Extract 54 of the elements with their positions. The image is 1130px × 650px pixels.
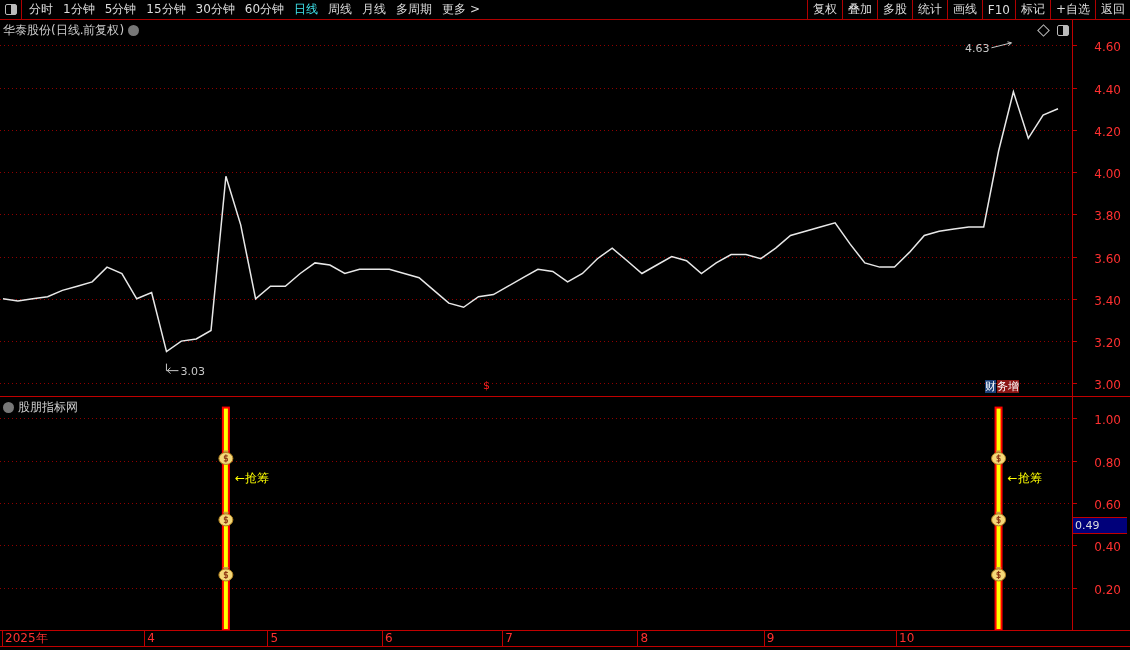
period-tab[interactable]: 月线 — [362, 1, 387, 18]
signal-label: ←抢筹 — [1007, 471, 1042, 486]
money-bag-icon — [218, 566, 234, 582]
axis-label: 4.20 — [1094, 124, 1121, 139]
signal-label: ←抢筹 — [234, 471, 269, 486]
axis-label: 3.00 — [1094, 377, 1121, 392]
dropdown-icon[interactable] — [3, 402, 14, 413]
period-tab[interactable]: 1分钟 — [63, 1, 95, 18]
date-label: 7 — [502, 631, 513, 646]
period-tab[interactable]: 日线 — [294, 1, 319, 18]
axis-label: 3.20 — [1094, 335, 1121, 350]
chart-title: 华泰股份(日线.前复权) — [3, 22, 125, 39]
date-label: 8 — [637, 631, 649, 646]
axis-label: 0.60 — [1094, 497, 1121, 512]
dropdown-icon[interactable] — [128, 25, 140, 36]
date-label: 6 — [381, 631, 393, 646]
money-bag-icon — [218, 511, 234, 527]
date-label: 9 — [763, 631, 775, 646]
period-tab[interactable]: 30分钟 — [195, 1, 235, 18]
indicator-title: 股朋指标网 — [18, 399, 78, 416]
axis-label: 3.40 — [1094, 293, 1121, 308]
axis-label: 3.60 — [1094, 251, 1121, 266]
axis-label: 0.40 — [1094, 539, 1121, 554]
date-label: 2025年 — [2, 631, 48, 646]
period-tab[interactable]: 15分钟 — [146, 1, 186, 18]
period-tab[interactable]: 60分钟 — [244, 1, 285, 18]
period-tab[interactable]: 周线 — [328, 1, 353, 18]
event-badge[interactable]: 财 — [985, 380, 996, 393]
axis-label: 0.80 — [1094, 455, 1121, 470]
axis-label: 1.00 — [1094, 412, 1121, 427]
axis-label: 4.00 — [1094, 166, 1121, 181]
period-tab[interactable]: 更多 > — [442, 1, 480, 18]
leader-line — [990, 41, 1012, 49]
panel-toggle-icon[interactable] — [1056, 23, 1070, 37]
money-bag-icon — [991, 511, 1007, 527]
axis-label: 4.40 — [1094, 82, 1121, 97]
money-bag-icon — [991, 566, 1007, 582]
date-label: 5 — [267, 631, 279, 646]
period-tab[interactable]: 5分钟 — [104, 1, 137, 18]
axis-label: 4.60 — [1094, 39, 1121, 54]
price-label: 4.63 — [964, 41, 990, 55]
axis-label: 3.80 — [1094, 208, 1121, 223]
money-bag-icon — [991, 450, 1007, 465]
money-bag-icon — [218, 450, 234, 465]
period-tab[interactable]: 多周期 — [396, 1, 433, 18]
event-marker[interactable]: $ — [483, 379, 490, 392]
current-value-label: 0.49 — [1073, 517, 1127, 534]
date-label: 10 — [896, 631, 915, 646]
date-label: 4 — [144, 631, 155, 646]
event-badge[interactable]: 务增 — [997, 380, 1019, 393]
leader-line — [165, 363, 179, 375]
price-label: 3.03 — [180, 364, 205, 378]
axis-label: 0.20 — [1094, 582, 1121, 597]
period-tab[interactable]: 分时 — [29, 1, 53, 18]
